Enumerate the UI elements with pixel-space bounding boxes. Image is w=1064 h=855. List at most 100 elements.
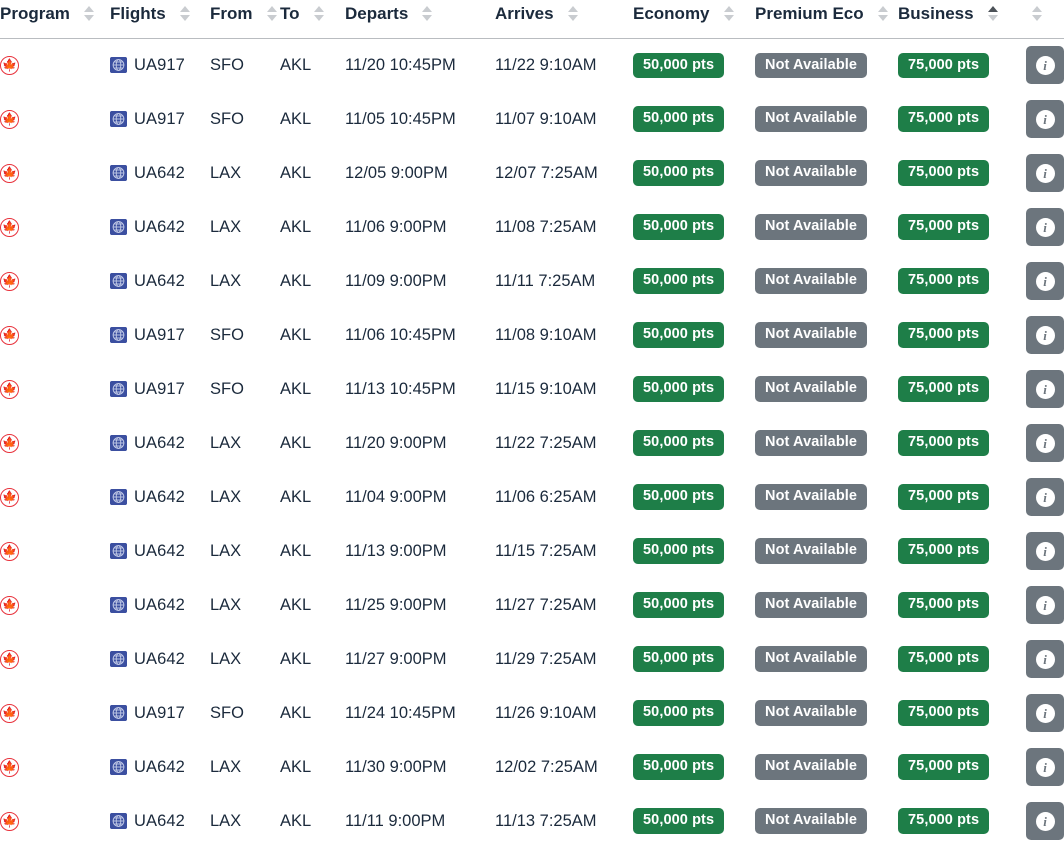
premium-eco-badge[interactable]: Not Available xyxy=(755,376,868,402)
economy-badge[interactable]: 50,000 pts xyxy=(633,538,725,564)
column-header-premium[interactable]: Premium Eco xyxy=(755,0,898,38)
column-header-business[interactable]: Business xyxy=(898,0,1018,38)
premium-eco-badge[interactable]: Not Available xyxy=(755,484,868,510)
info-button[interactable]: i xyxy=(1026,370,1064,408)
sort-arrows-icon[interactable] xyxy=(567,6,578,22)
economy-badge[interactable]: 50,000 pts xyxy=(633,646,725,672)
premium-eco-badge[interactable]: Not Available xyxy=(755,322,868,348)
info-button[interactable]: i xyxy=(1026,748,1064,786)
table-row[interactable]: 🍁 UA642 LAX AKL 11/27 9:00PM 11/29 7:25AM 50,0… xyxy=(0,632,1064,686)
column-header-program[interactable]: Program xyxy=(0,0,110,38)
info-button[interactable]: i xyxy=(1026,100,1064,138)
info-button[interactable]: i xyxy=(1026,802,1064,840)
table-row[interactable]: 🍁 UA642 LAX AKL 11/09 9:00PM 11/11 7:25AM 50,0… xyxy=(0,254,1064,308)
economy-badge[interactable]: 50,000 pts xyxy=(633,52,725,78)
info-button[interactable]: i xyxy=(1026,532,1064,570)
info-button[interactable]: i xyxy=(1026,46,1064,85)
business-badge[interactable]: 75,000 pts xyxy=(898,754,990,780)
table-row[interactable]: 🍁 UA917 SFO AKL 11/13 10:45PM 11/15 9:10AM 50,… xyxy=(0,362,1064,416)
premium-eco-badge[interactable]: Not Available xyxy=(755,160,868,186)
sort-arrows-icon[interactable] xyxy=(1032,6,1042,22)
cell-to: AKL xyxy=(280,362,345,416)
business-badge[interactable]: 75,000 pts xyxy=(898,52,990,78)
info-button[interactable]: i xyxy=(1026,424,1064,462)
sort-arrows-icon[interactable] xyxy=(987,6,998,22)
business-badge[interactable]: 75,000 pts xyxy=(898,700,990,726)
cell-info: i xyxy=(1018,794,1064,848)
table-row[interactable]: 🍁 UA642 LAX AKL 11/04 9:00PM 11/06 6:25AM 50,0… xyxy=(0,470,1064,524)
info-button[interactable]: i xyxy=(1026,586,1064,624)
premium-eco-badge[interactable]: Not Available xyxy=(755,538,868,564)
column-header-from[interactable]: From xyxy=(210,0,280,38)
premium-eco-badge[interactable]: Not Available xyxy=(755,268,868,294)
business-badge[interactable]: 75,000 pts xyxy=(898,322,990,348)
sort-arrows-icon[interactable] xyxy=(313,6,324,22)
table-row[interactable]: 🍁 UA642 LAX AKL 11/06 9:00PM 11/08 7:25AM 50,0… xyxy=(0,200,1064,254)
economy-badge[interactable]: 50,000 pts xyxy=(633,808,725,834)
economy-badge[interactable]: 50,000 pts xyxy=(633,214,725,240)
info-button[interactable]: i xyxy=(1026,316,1064,354)
info-button[interactable]: i xyxy=(1026,694,1064,732)
economy-badge[interactable]: 50,000 pts xyxy=(633,430,725,456)
economy-badge[interactable]: 50,000 pts xyxy=(633,700,725,726)
economy-badge[interactable]: 50,000 pts xyxy=(633,592,725,618)
premium-eco-badge[interactable]: Not Available xyxy=(755,430,868,456)
info-button[interactable]: i xyxy=(1026,640,1064,678)
business-badge[interactable]: 75,000 pts xyxy=(898,160,990,186)
sort-arrows-icon[interactable] xyxy=(723,6,734,22)
column-header-to[interactable]: To xyxy=(280,0,345,38)
economy-badge[interactable]: 50,000 pts xyxy=(633,268,725,294)
cell-economy: 50,000 pts xyxy=(633,38,755,92)
sort-arrows-icon[interactable] xyxy=(266,6,277,22)
premium-eco-badge[interactable]: Not Available xyxy=(755,754,868,780)
table-row[interactable]: 🍁 UA642 LAX AKL 12/05 9:00PM 12/07 7:25AM 50,0… xyxy=(0,146,1064,200)
table-row[interactable]: 🍁 UA642 LAX AKL 11/25 9:00PM 11/27 7:25AM 50,0… xyxy=(0,578,1064,632)
business-badge[interactable]: 75,000 pts xyxy=(898,430,990,456)
economy-badge[interactable]: 50,000 pts xyxy=(633,106,725,132)
info-button[interactable]: i xyxy=(1026,478,1064,516)
table-row[interactable]: 🍁 UA642 LAX AKL 11/11 9:00PM 11/13 7:25AM 50,0… xyxy=(0,794,1064,848)
column-header-economy[interactable]: Economy xyxy=(633,0,755,38)
info-button[interactable]: i xyxy=(1026,208,1064,246)
premium-eco-badge[interactable]: Not Available xyxy=(755,214,868,240)
table-row[interactable]: 🍁 UA642 LAX AKL 11/20 9:00PM 11/22 7:25AM 50,0… xyxy=(0,416,1064,470)
table-row[interactable]: 🍁 UA917 SFO AKL 11/06 10:45PM 11/08 9:10AM 50,… xyxy=(0,308,1064,362)
premium-eco-badge[interactable]: Not Available xyxy=(755,592,868,618)
column-header-departs[interactable]: Departs xyxy=(345,0,495,38)
table-row[interactable]: 🍁 UA917 SFO AKL 11/20 10:45PM 11/22 9:10AM 50,… xyxy=(0,38,1064,92)
business-badge[interactable]: 75,000 pts xyxy=(898,214,990,240)
premium-eco-badge[interactable]: Not Available xyxy=(755,700,868,726)
table-row[interactable]: 🍁 UA917 SFO AKL 11/24 10:45PM 11/26 9:10AM 50,… xyxy=(0,686,1064,740)
table-row[interactable]: 🍁 UA642 LAX AKL 11/30 9:00PM 12/02 7:25AM 50,0… xyxy=(0,740,1064,794)
sort-arrows-icon[interactable] xyxy=(83,6,94,22)
premium-eco-badge[interactable]: Not Available xyxy=(755,52,868,78)
sort-arrows-icon[interactable] xyxy=(422,6,433,22)
table-row[interactable]: 🍁 UA642 LAX AKL 11/13 9:00PM 11/15 7:25AM 50,0… xyxy=(0,524,1064,578)
economy-badge[interactable]: 50,000 pts xyxy=(633,160,725,186)
business-badge[interactable]: 75,000 pts xyxy=(898,538,990,564)
economy-badge[interactable]: 50,000 pts xyxy=(633,754,725,780)
business-badge[interactable]: 75,000 pts xyxy=(898,376,990,402)
business-badge[interactable]: 75,000 pts xyxy=(898,268,990,294)
sort-arrows-icon[interactable] xyxy=(877,6,888,22)
economy-badge[interactable]: 50,000 pts xyxy=(633,484,725,510)
business-badge[interactable]: 75,000 pts xyxy=(898,646,990,672)
column-header-info[interactable] xyxy=(1018,0,1064,38)
column-header-arrives[interactable]: Arrives xyxy=(495,0,633,38)
business-badge[interactable]: 75,000 pts xyxy=(898,484,990,510)
premium-eco-badge[interactable]: Not Available xyxy=(755,808,868,834)
table-row[interactable]: 🍁 UA917 SFO AKL 11/05 10:45PM 11/07 9:10AM 50,… xyxy=(0,92,1064,146)
sort-arrows-icon[interactable] xyxy=(179,6,190,22)
united-globe-icon xyxy=(110,435,127,451)
business-badge[interactable]: 75,000 pts xyxy=(898,808,990,834)
economy-badge[interactable]: 50,000 pts xyxy=(633,376,725,402)
premium-eco-badge[interactable]: Not Available xyxy=(755,646,868,672)
column-header-flights[interactable]: Flights xyxy=(110,0,210,38)
cell-premium: Not Available xyxy=(755,794,898,848)
economy-badge[interactable]: 50,000 pts xyxy=(633,322,725,348)
info-button[interactable]: i xyxy=(1026,262,1064,300)
info-button[interactable]: i xyxy=(1026,154,1064,192)
business-badge[interactable]: 75,000 pts xyxy=(898,106,990,132)
premium-eco-badge[interactable]: Not Available xyxy=(755,106,868,132)
business-badge[interactable]: 75,000 pts xyxy=(898,592,990,618)
